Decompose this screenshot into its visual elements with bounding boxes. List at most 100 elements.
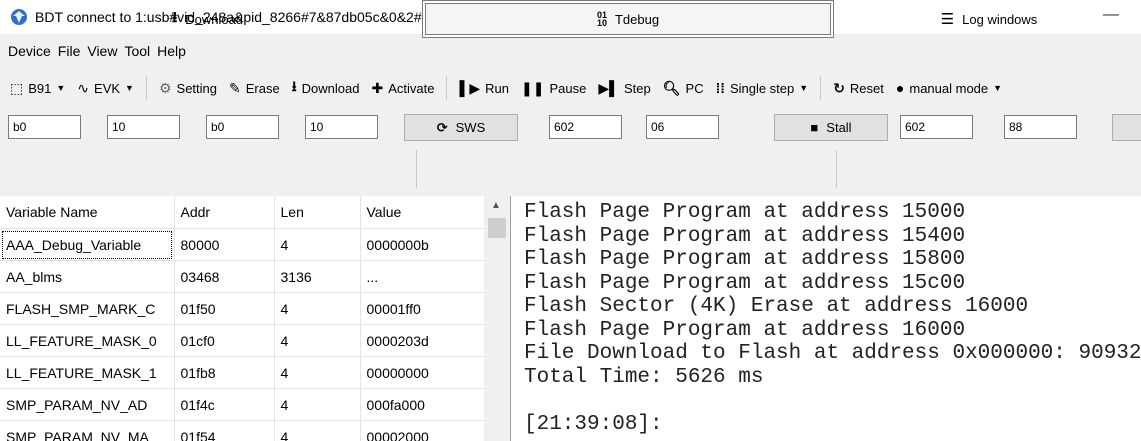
- download-button[interactable]: ⭳ Download: [292, 76, 360, 100]
- single-step-select[interactable]: ⁞⁞ Single step ▼: [716, 80, 809, 96]
- input-field-4[interactable]: [305, 115, 378, 139]
- tab-log-windows[interactable]: ☰ Log windows: [837, 0, 1141, 38]
- menu-file[interactable]: File: [58, 43, 81, 59]
- cell-value[interactable]: 00001ff0: [360, 292, 484, 325]
- step-label: Step: [624, 80, 651, 96]
- scroll-up-icon[interactable]: ▲: [491, 200, 501, 211]
- pc-button[interactable]: 🔍︎ PC: [663, 80, 704, 97]
- mode-select[interactable]: ● manual mode ▼: [896, 80, 1002, 96]
- cell-variable-name[interactable]: AAA_Debug_Variable: [0, 228, 175, 261]
- log-line: File Download to Flash at address 0x0000…: [524, 342, 1141, 365]
- cell-len[interactable]: 4: [274, 388, 361, 421]
- input-field-2[interactable]: [107, 115, 180, 139]
- cell-addr[interactable]: 01f50: [174, 292, 275, 325]
- cell-variable-name[interactable]: FLASH_SMP_MARK_C: [0, 292, 175, 325]
- stop-icon: ■: [810, 120, 819, 135]
- toolbar-divider: [446, 76, 448, 100]
- setting-button[interactable]: ⚙ Setting: [159, 80, 217, 97]
- cell-value[interactable]: 000fa000: [360, 388, 484, 421]
- menu-device[interactable]: Device: [8, 43, 51, 59]
- table-row[interactable]: AA_blms 03468 3136 ...: [0, 260, 484, 293]
- log-line: Flash Page Program at address 16000: [524, 318, 966, 342]
- cell-len[interactable]: 4: [274, 324, 361, 357]
- table-row[interactable]: SMP_PARAM_NV_MA 01f54 4 00002000: [0, 420, 484, 441]
- menu-help[interactable]: Help: [157, 43, 186, 59]
- column-header[interactable]: Variable Name: [0, 196, 175, 229]
- cell-addr[interactable]: 01f4c: [174, 388, 275, 421]
- cell-len[interactable]: 4: [274, 228, 361, 261]
- waveform-icon: ∿: [77, 79, 90, 96]
- cell-len[interactable]: 4: [274, 420, 361, 441]
- column-header[interactable]: Len: [274, 196, 361, 229]
- activate-button[interactable]: ✚ Activate: [371, 80, 434, 97]
- log-line: Total Time: 5626 ms: [524, 365, 764, 389]
- run-icon: ▌▶: [459, 79, 481, 96]
- cell-addr[interactable]: 03468: [174, 260, 275, 293]
- column-header[interactable]: Addr: [174, 196, 275, 229]
- chevron-down-icon: ▼: [993, 83, 1003, 93]
- sws-button[interactable]: ⟳ SWS: [404, 114, 518, 141]
- cell-addr[interactable]: 80000: [174, 228, 275, 261]
- erase-label: Erase: [245, 80, 280, 96]
- cell-variable-name[interactable]: LL_FEATURE_MASK_0: [0, 324, 175, 357]
- pc-label: PC: [685, 80, 704, 96]
- input-field-7[interactable]: [900, 115, 973, 139]
- cell-addr[interactable]: 01fb8: [174, 356, 275, 389]
- tab-tdebug[interactable]: 01 10 Tdebug: [422, 0, 834, 38]
- cell-len[interactable]: 4: [274, 356, 361, 389]
- step-button[interactable]: ▶▌ Step: [598, 80, 650, 97]
- cell-variable-name[interactable]: SMP_PARAM_NV_AD: [0, 388, 175, 421]
- cell-value[interactable]: 00000000: [360, 356, 484, 389]
- search-icon: 🔍︎: [662, 79, 681, 96]
- reset-button[interactable]: ↻ Reset: [833, 80, 884, 97]
- cell-value[interactable]: 0000203d: [360, 324, 484, 357]
- scrollbar-thumb[interactable]: [488, 218, 506, 238]
- table-row[interactable]: LL_FEATURE_MASK_0 01cf0 4 0000203d: [0, 324, 484, 357]
- log-line: Flash Page Program at address 15000: [524, 201, 966, 224]
- input-field-3[interactable]: [206, 115, 279, 139]
- chip-select[interactable]: ⬚ B91 ▼: [10, 80, 65, 97]
- run-label: Run: [485, 80, 509, 96]
- table-row[interactable]: LL_FEATURE_MASK_1 01fb8 4 00000000: [0, 356, 484, 389]
- cell-variable-name[interactable]: LL_FEATURE_MASK_1: [0, 356, 175, 389]
- menu-view[interactable]: View: [87, 43, 117, 59]
- board-select[interactable]: ∿ EVK ▼: [77, 80, 134, 97]
- erase-button[interactable]: ✎ Erase: [229, 80, 280, 97]
- cell-value[interactable]: ...: [360, 260, 484, 293]
- input-field-8[interactable]: [1004, 115, 1077, 139]
- cell-len[interactable]: 4: [274, 292, 361, 325]
- cell-len[interactable]: 3136: [274, 260, 361, 293]
- board-label: EVK: [94, 80, 121, 96]
- input-field-6[interactable]: [646, 115, 719, 139]
- tab-tdebug-label: Tdebug: [614, 11, 660, 27]
- chip-icon: ⬚: [10, 79, 24, 96]
- cell-variable-name[interactable]: AA_blms: [0, 260, 175, 293]
- cell-value[interactable]: 00002000: [360, 420, 484, 441]
- plus-icon: ✚: [371, 79, 384, 96]
- cell-addr[interactable]: 01f54: [174, 420, 275, 441]
- download-label: Download: [301, 80, 360, 96]
- activate-label: Activate: [388, 80, 435, 96]
- tab-download[interactable]: ⭳ Download: [0, 0, 415, 38]
- input-field-1[interactable]: [8, 115, 81, 139]
- table-row[interactable]: FLASH_SMP_MARK_C 01f50 4 00001ff0: [0, 292, 484, 325]
- menu-tool[interactable]: Tool: [124, 43, 150, 59]
- pause-button[interactable]: ❚❚ Pause: [521, 80, 586, 97]
- log-output[interactable]: Flash Page Program at address 15000 Flas…: [510, 196, 1141, 441]
- overflow-button[interactable]: [1112, 114, 1141, 141]
- cell-value[interactable]: 0000000b: [360, 228, 484, 261]
- download-icon: ⭳: [171, 8, 178, 26]
- input-field-5[interactable]: [549, 115, 622, 139]
- cell-addr[interactable]: 01cf0: [174, 324, 275, 357]
- column-header[interactable]: Value: [360, 196, 484, 229]
- gear-icon: ⚙: [158, 79, 172, 96]
- table-row[interactable]: AAA_Debug_Variable 80000 4 0000000b: [0, 228, 484, 261]
- tab-tdebug-inner: 01 10 Tdebug: [425, 3, 831, 35]
- table-scrollbar[interactable]: ▲: [485, 196, 509, 441]
- footsteps-icon: ⁞⁞: [715, 80, 725, 96]
- reset-icon: ↻: [833, 79, 845, 96]
- table-row[interactable]: SMP_PARAM_NV_AD 01f4c 4 000fa000: [0, 388, 484, 421]
- cell-variable-name[interactable]: SMP_PARAM_NV_MA: [0, 420, 175, 441]
- run-button[interactable]: ▌▶ Run: [459, 80, 509, 97]
- stall-button[interactable]: ■ Stall: [774, 114, 888, 141]
